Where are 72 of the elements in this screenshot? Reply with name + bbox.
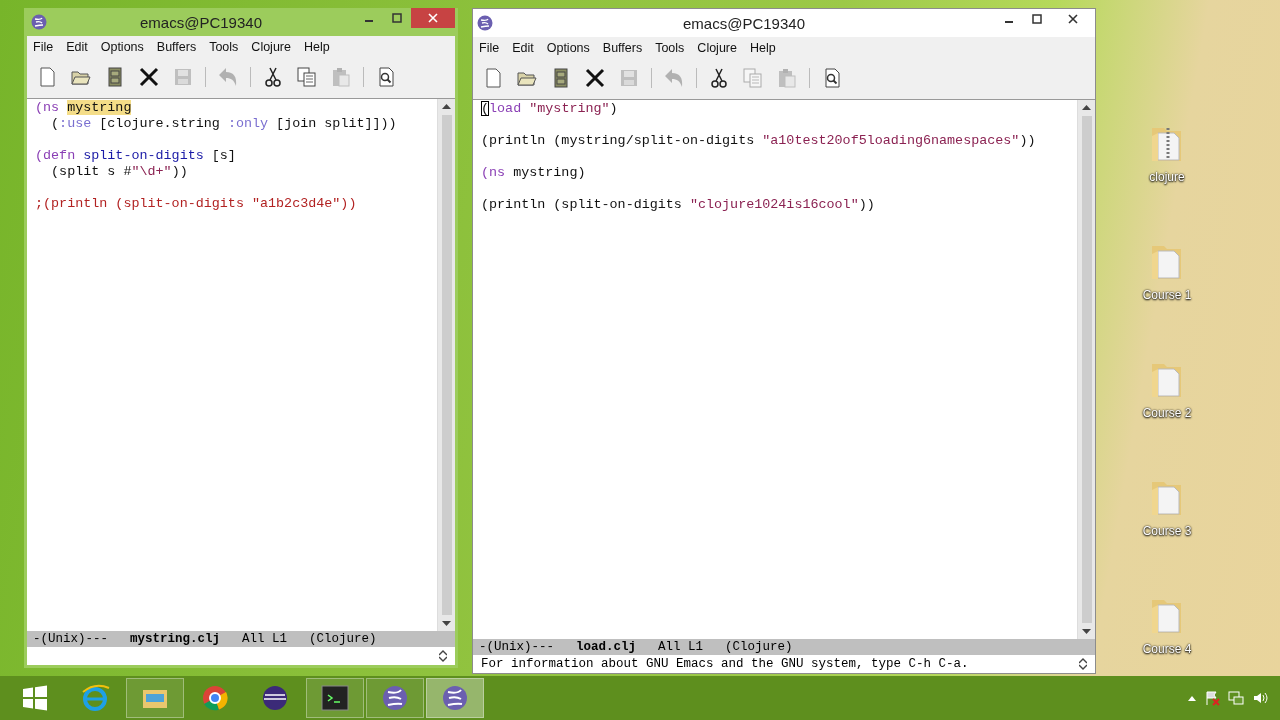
scroll-down-arrow-icon[interactable] bbox=[1082, 629, 1091, 635]
menu-item[interactable]: Help bbox=[749, 41, 776, 55]
copy-button[interactable] bbox=[295, 65, 319, 89]
taskbar-app-button[interactable] bbox=[426, 678, 484, 718]
maximize-icon bbox=[392, 13, 402, 23]
code-line: (:use [clojure.string :only [join split]])) bbox=[50, 116, 398, 132]
menu-item[interactable]: Options bbox=[100, 40, 144, 54]
terminal-icon bbox=[319, 682, 351, 714]
menu-item[interactable]: Edit bbox=[66, 40, 88, 54]
buffer-name: load.clj bbox=[576, 640, 637, 654]
undo-icon bbox=[217, 66, 239, 88]
minimize-icon bbox=[365, 20, 373, 22]
menu-item[interactable]: Edit bbox=[512, 41, 534, 55]
echo-area-message: For information about GNU Emacs and the GNU system, type C-h C-a. bbox=[481, 657, 969, 671]
scroll-up-arrow-icon[interactable] bbox=[442, 103, 451, 109]
scissors-icon bbox=[708, 67, 730, 89]
code-line: ;(println (split-on-digits "a1b2c3d4e")) bbox=[35, 196, 358, 212]
taskbar-app-button[interactable] bbox=[366, 678, 424, 718]
volume-icon[interactable] bbox=[1252, 690, 1268, 706]
code-line: (ns mystring bbox=[35, 100, 133, 116]
network-icon[interactable] bbox=[1228, 690, 1244, 706]
close-icon bbox=[428, 13, 438, 23]
buffer-position: All L1 bbox=[658, 640, 704, 654]
vertical-scrollbar[interactable] bbox=[437, 99, 455, 631]
close-icon bbox=[138, 66, 160, 88]
close-buffer-button[interactable] bbox=[137, 65, 161, 89]
flag-icon[interactable] bbox=[1204, 690, 1220, 706]
menu-item[interactable]: Clojure bbox=[251, 40, 291, 54]
emacs-logo-icon bbox=[477, 15, 493, 31]
major-mode: (Clojure) bbox=[725, 640, 793, 654]
minimize-icon bbox=[1005, 21, 1013, 23]
mode-line-status: -(Unix)--- bbox=[33, 632, 108, 646]
menu-item[interactable]: Buffers bbox=[156, 40, 197, 54]
scroll-arrows-icon bbox=[439, 650, 447, 662]
buffer-position: All L1 bbox=[242, 632, 288, 646]
scissors-icon bbox=[262, 66, 284, 88]
window-title: emacs@PC19340 bbox=[139, 13, 263, 31]
taskbar-app-button[interactable] bbox=[306, 678, 364, 718]
vertical-scrollbar[interactable] bbox=[1077, 100, 1095, 639]
code-line: (split s #"\d+")) bbox=[50, 164, 189, 180]
menu-item[interactable]: Tools bbox=[655, 41, 685, 55]
close-button[interactable] bbox=[411, 8, 455, 28]
code-line: (ns mystring) bbox=[481, 165, 587, 181]
scroll-arrows-icon bbox=[1079, 658, 1087, 670]
menu-item[interactable]: File bbox=[479, 41, 500, 55]
clipboard-icon bbox=[330, 66, 352, 88]
scroll-up-arrow-icon[interactable] bbox=[1082, 104, 1091, 110]
close-icon bbox=[1068, 14, 1078, 24]
menu-item[interactable]: Clojure bbox=[697, 41, 737, 55]
close-buffer-button[interactable] bbox=[583, 66, 607, 90]
window-title: emacs@PC19340 bbox=[682, 14, 806, 32]
copy-icon bbox=[296, 66, 318, 88]
close-icon bbox=[584, 67, 606, 89]
emacs-logo-icon bbox=[31, 14, 47, 30]
menu-item[interactable]: Help bbox=[303, 40, 330, 54]
menu-item[interactable]: Tools bbox=[209, 40, 239, 54]
show-hidden-icons-icon[interactable] bbox=[1188, 695, 1196, 701]
maximize-icon bbox=[1032, 14, 1042, 24]
undo-icon bbox=[663, 67, 685, 89]
code-line: (println (mystring/split-on-digits "a10test20of5loading6namespaces")) bbox=[481, 133, 1037, 149]
menu-item[interactable]: File bbox=[33, 40, 54, 54]
code-line: (load "mystring") bbox=[481, 101, 619, 117]
major-mode: (Clojure) bbox=[309, 632, 377, 646]
menu-item[interactable]: Buffers bbox=[602, 41, 643, 55]
mode-line-status: -(Unix)--- bbox=[479, 640, 554, 654]
code-line: (defn split-on-digits [s] bbox=[35, 148, 237, 164]
code-line: (println (split-on-digits "clojure1024is16cool")) bbox=[481, 197, 876, 213]
copy-icon bbox=[742, 67, 764, 89]
buffer-name: mystring.clj bbox=[130, 632, 221, 646]
clipboard-icon bbox=[776, 67, 798, 89]
scroll-down-arrow-icon[interactable] bbox=[442, 621, 451, 627]
menu-item[interactable]: Options bbox=[546, 41, 590, 55]
